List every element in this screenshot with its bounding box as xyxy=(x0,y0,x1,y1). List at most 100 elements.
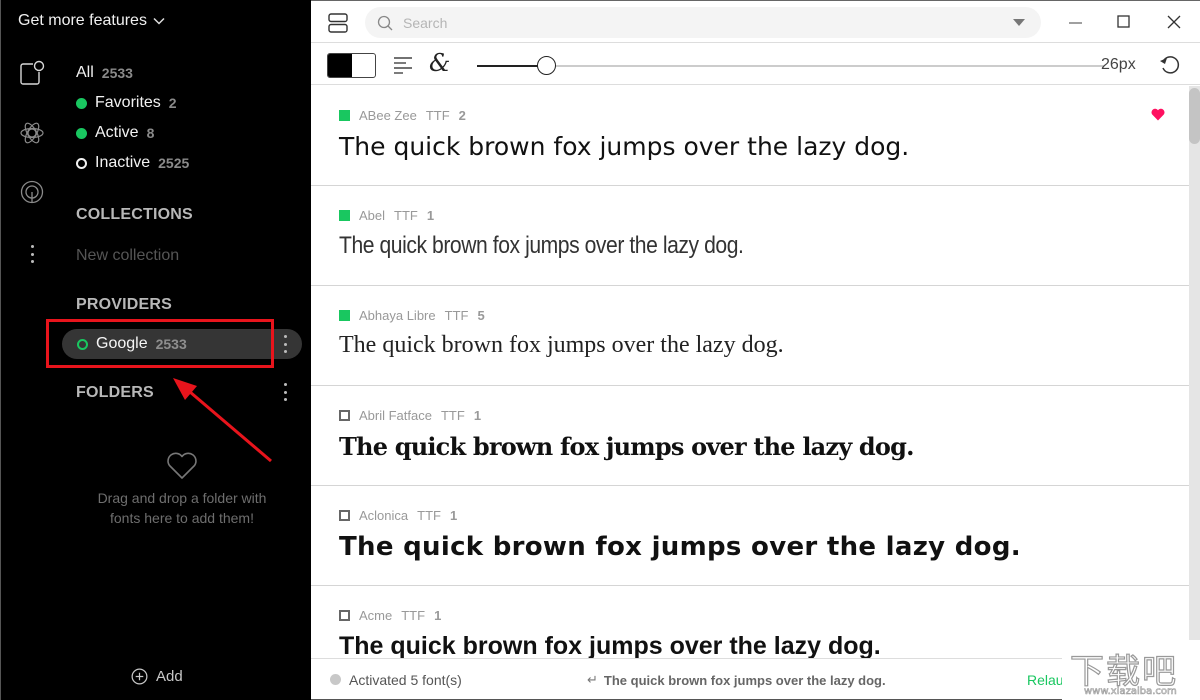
fonts-icon[interactable] xyxy=(19,60,45,86)
active-dot-icon xyxy=(76,97,87,109)
sidebar: Get more features All 2533 Favorites 2 A… xyxy=(0,0,311,700)
font-row[interactable]: Abel TTF 1 The quick brown fox jumps over t… xyxy=(311,186,1189,286)
nav-count: 2525 xyxy=(158,155,190,171)
add-label: Add xyxy=(156,668,183,685)
font-format: TTF xyxy=(417,508,441,523)
font-sample-text: The quick brown fox jumps over the lazy … xyxy=(339,132,910,161)
font-meta: Abel TTF 1 xyxy=(339,208,434,223)
nav-label: Inactive xyxy=(95,154,151,171)
font-sample-text: The quick brown fox jumps over the lazy … xyxy=(339,332,784,358)
font-size-slider[interactable] xyxy=(477,56,1104,75)
collections-heading: COLLECTIONS xyxy=(76,206,193,223)
nav-label: All xyxy=(76,64,94,81)
search-dropdown-icon[interactable] xyxy=(1013,19,1025,26)
close-icon[interactable] xyxy=(1165,13,1183,31)
font-meta: ABee Zee TTF 2 xyxy=(339,108,466,123)
font-meta: Abhaya Libre TTF 5 xyxy=(339,308,485,323)
features-label: Get more features xyxy=(18,12,147,29)
preview-toolbar: & 26px xyxy=(311,43,1200,85)
font-sample-text: The quick brown fox jumps over the lazy … xyxy=(339,632,881,658)
folders-heading: FOLDERS xyxy=(76,384,154,401)
font-name: Aclonica xyxy=(359,508,409,523)
font-row[interactable]: Acme TTF 1 The quick brown fox jumps over t… xyxy=(311,586,1189,658)
status-dot-icon xyxy=(330,674,341,685)
watermark-url: www.xiazaiba.com xyxy=(1084,686,1177,698)
maximize-icon[interactable] xyxy=(1115,13,1133,31)
folders-empty-message: Drag and drop a folder with fonts here t… xyxy=(97,490,267,526)
font-format: TTF xyxy=(394,208,418,223)
plus-circle-icon xyxy=(131,668,148,685)
font-row[interactable]: Abril Fatface TTF 1 The quick brown fox jum… xyxy=(311,386,1189,486)
heart-outline-icon xyxy=(167,452,197,479)
font-meta: Aclonica TTF 1 xyxy=(339,508,457,523)
font-meta: Abril Fatface TTF 1 xyxy=(339,408,481,423)
active-dot-icon xyxy=(76,127,87,139)
theme-toggle[interactable] xyxy=(327,53,376,78)
activate-toggle[interactable] xyxy=(339,410,350,421)
font-format: TTF xyxy=(425,108,450,123)
font-format: TTF xyxy=(444,308,469,323)
font-name: Abel xyxy=(359,208,386,223)
favorite-heart-icon[interactable] xyxy=(1151,108,1165,121)
font-size-label: 26px xyxy=(1101,56,1136,73)
nav-item-favorites[interactable]: Favorites 2 xyxy=(76,94,177,112)
font-styles-count: 2 xyxy=(458,108,466,123)
get-more-features-menu[interactable]: Get more features xyxy=(18,12,165,30)
font-styles-count: 5 xyxy=(477,308,485,323)
inactive-dot-icon xyxy=(76,157,87,169)
font-name: ABee Zee xyxy=(359,108,417,123)
provider-more-icon[interactable] xyxy=(282,335,288,353)
broadcast-icon[interactable] xyxy=(19,180,45,206)
search-input[interactable] xyxy=(403,14,963,31)
font-name: Abril Fatface xyxy=(359,408,432,423)
watermark-logo: 下载吧 www.xiazaiba.com xyxy=(1062,640,1200,700)
reset-icon[interactable] xyxy=(1159,54,1181,76)
minimize-icon[interactable] xyxy=(1067,13,1085,31)
activate-toggle[interactable] xyxy=(339,310,350,321)
nav-label: Active xyxy=(95,124,139,141)
providers-heading: PROVIDERS xyxy=(76,296,173,313)
activate-toggle[interactable] xyxy=(339,610,350,621)
preview-text-input[interactable]: ↵ The quick brown fox jumps over the laz… xyxy=(587,672,886,688)
nav-count: 8 xyxy=(146,125,155,141)
activate-toggle[interactable] xyxy=(339,110,350,121)
activate-toggle[interactable] xyxy=(339,210,350,221)
font-styles-count: 1 xyxy=(434,608,442,623)
font-format: TTF xyxy=(401,608,426,623)
nav-count: 2533 xyxy=(101,65,133,81)
font-row[interactable]: Abhaya Libre TTF 5 The quick brown fox jump… xyxy=(311,286,1189,386)
provider-item-google[interactable]: Google 2533 xyxy=(62,329,302,359)
atom-icon[interactable] xyxy=(19,120,45,146)
new-collection-button[interactable]: New collection xyxy=(76,247,179,265)
font-row[interactable]: ABee Zee TTF 2 The quick brown fox jumps ov… xyxy=(311,86,1189,186)
chevron-down-icon xyxy=(153,17,165,25)
main-panel: & 26px ABee Zee TTF 2 The quick brown fox j… xyxy=(311,0,1200,700)
glyphs-ampersand-icon[interactable]: & xyxy=(429,49,450,77)
align-left-icon[interactable] xyxy=(393,56,413,74)
layout-toggle-icon[interactable] xyxy=(328,13,348,33)
rail-more-icon[interactable] xyxy=(29,245,35,263)
return-icon: ↵ xyxy=(587,672,598,687)
font-styles-count: 1 xyxy=(449,508,458,523)
dark-half xyxy=(328,54,352,77)
font-name: Acme xyxy=(359,608,393,623)
scrollbar-thumb[interactable] xyxy=(1189,88,1200,144)
slider-handle[interactable] xyxy=(536,56,556,75)
font-row[interactable]: Aclonica TTF 1 The quick brown fox jumps ov… xyxy=(311,486,1189,586)
nav-item-all[interactable]: All 2533 xyxy=(76,64,133,82)
nav-count: 2 xyxy=(168,95,177,111)
font-format: TTF xyxy=(440,408,465,423)
add-button[interactable]: Add xyxy=(131,668,183,685)
relaunch-button[interactable]: Relau xyxy=(1027,672,1064,688)
scrollbar[interactable] xyxy=(1189,86,1200,658)
font-list: ABee Zee TTF 2 The quick brown fox jumps ov… xyxy=(311,86,1189,658)
folders-more-icon[interactable] xyxy=(282,383,288,401)
slider-fill xyxy=(477,65,546,67)
activate-toggle[interactable] xyxy=(339,510,350,521)
nav-label: Favorites xyxy=(95,94,161,111)
nav-item-active[interactable]: Active 8 xyxy=(76,124,154,142)
preview-text-value: The quick brown fox jumps over the lazy … xyxy=(603,672,886,688)
provider-count: 2533 xyxy=(155,336,187,352)
nav-item-inactive[interactable]: Inactive 2525 xyxy=(76,154,189,172)
font-styles-count: 1 xyxy=(426,208,435,223)
